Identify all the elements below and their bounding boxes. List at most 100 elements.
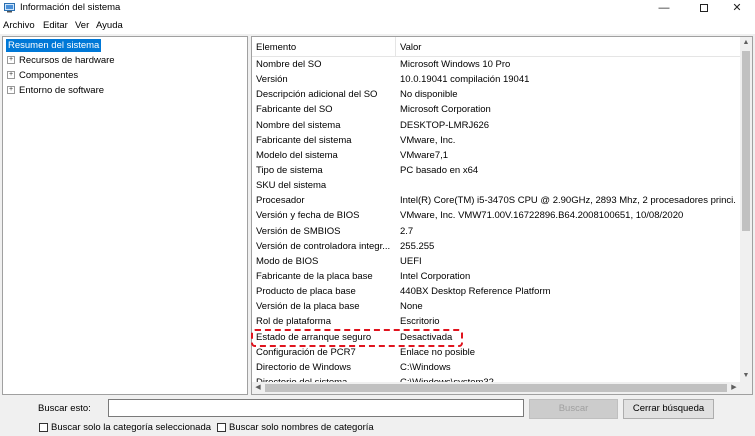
tree-item-label: Componentes — [19, 70, 79, 81]
table-row[interactable]: Tipo de sistema PC basado en x64 — [252, 163, 740, 178]
menu-ver[interactable]: Ver — [75, 20, 89, 31]
scroll-corner — [740, 382, 752, 394]
table-row[interactable]: Directorio de Windows C:\Windows — [252, 360, 740, 375]
tree-item-label: Entorno de software — [19, 85, 105, 96]
table-row[interactable]: Versión de la placa base None — [252, 299, 740, 314]
window-title: Información del sistema — [20, 2, 121, 13]
cell-value: Enlace no posible — [400, 346, 475, 358]
cell-element: SKU del sistema — [256, 180, 327, 192]
cell-value: 255.255 — [400, 240, 435, 252]
maximize-button[interactable] — [684, 0, 724, 17]
system-info-icon — [4, 3, 15, 13]
scroll-left-icon[interactable]: ◀ — [252, 382, 264, 394]
cell-element: Estado de arranque seguro — [256, 331, 372, 343]
cell-element: Versión de la placa base — [256, 301, 360, 313]
table-row[interactable]: Fabricante del sistema VMware, Inc. — [252, 133, 740, 148]
cell-element: Modo de BIOS — [256, 255, 319, 267]
category-names-checkbox[interactable] — [217, 423, 226, 432]
table-row[interactable]: Modo de BIOS UEFI — [252, 254, 740, 269]
cell-value: Microsoft Windows 10 Pro — [400, 59, 511, 70]
table-row[interactable]: Estado de arranque seguro Desactivada — [252, 330, 740, 345]
expand-icon[interactable]: + — [7, 56, 15, 65]
menu-ayuda[interactable]: Ayuda — [96, 20, 123, 31]
table-row[interactable]: Nombre del SO Microsoft Windows 10 Pro — [252, 57, 740, 72]
category-tree[interactable]: Resumen del sistema + Recursos de hardwar… — [2, 36, 248, 395]
cell-value: 2.7 — [400, 225, 414, 237]
cell-value: UEFI — [400, 255, 422, 267]
close-search-button[interactable]: Cerrar búsqueda — [623, 399, 714, 419]
table-row[interactable]: Fabricante de la placa base Intel Corpora… — [252, 269, 740, 284]
table-row[interactable]: Versión de SMBIOS 2.7 — [252, 224, 740, 239]
category-names-label: Buscar solo nombres de categoría — [229, 422, 374, 433]
scroll-down-icon[interactable]: ▼ — [740, 370, 752, 382]
table-row[interactable]: Nombre del sistema DESKTOP-LMRJ626 — [252, 118, 740, 133]
cell-element: Versión de SMBIOS — [256, 225, 341, 237]
cell-element: Versión de controladora integr... — [256, 240, 391, 252]
tree-item-hardware-resources[interactable]: + Recursos de hardware — [7, 54, 115, 67]
table-row[interactable]: Fabricante del SO Microsoft Corporation — [252, 102, 740, 117]
cell-element: Tipo de sistema — [256, 164, 323, 176]
maximize-icon — [700, 4, 708, 13]
column-divider[interactable] — [395, 37, 396, 57]
minimize-button[interactable]: — — [644, 0, 684, 17]
scroll-right-icon[interactable]: ▶ — [728, 382, 740, 394]
tree-item-components[interactable]: + Componentes — [7, 69, 78, 82]
table-row[interactable]: Producto de placa base 440BX Desktop Refe… — [252, 284, 740, 299]
column-header-value[interactable]: Valor — [400, 42, 421, 53]
cell-value: 440BX Desktop Reference Platform — [400, 286, 551, 298]
scroll-thumb[interactable] — [265, 384, 727, 392]
cell-element: Procesador — [256, 195, 305, 207]
table-row[interactable]: Versión de controladora integr... 255.255 — [252, 239, 740, 254]
tree-item-system-summary[interactable]: Resumen del sistema — [6, 39, 102, 52]
cell-element: Directorio de Windows — [256, 361, 352, 373]
cell-value: Escritorio — [400, 316, 440, 328]
menu-archivo[interactable]: Archivo — [3, 20, 35, 31]
cell-element: Versión — [256, 74, 288, 86]
cell-element: Fabricante del SO — [256, 104, 333, 116]
cell-element: Fabricante de la placa base — [256, 270, 373, 282]
horizontal-scrollbar[interactable]: ◀ ▶ — [252, 382, 740, 394]
scroll-up-icon[interactable]: ▲ — [740, 37, 752, 49]
cell-value: Desactivada — [400, 331, 453, 343]
search-button[interactable]: Buscar — [529, 399, 618, 419]
cell-element: Nombre del SO — [256, 59, 322, 70]
cell-value: 10.0.19041 compilación 19041 — [400, 74, 530, 86]
cell-element: Configuración de PCR7 — [256, 346, 356, 358]
scroll-thumb[interactable] — [742, 51, 750, 231]
table-row[interactable]: Directorio del sistemaC:\Windows\system3… — [252, 375, 740, 382]
menu-bar: Archivo Editar Ver Ayuda — [0, 17, 755, 34]
menu-editar[interactable]: Editar — [43, 20, 68, 31]
cell-element: Descripción adicional del SO — [256, 89, 378, 101]
title-bar: Información del sistema — ✕ — [0, 0, 755, 17]
selected-category-checkbox[interactable] — [39, 423, 48, 432]
search-label: Buscar esto: — [38, 403, 91, 414]
table-row[interactable]: Versión y fecha de BIOS VMware, Inc. VMW7… — [252, 208, 740, 223]
cell-value: VMware, Inc. VMW71.00V.16722896.B64.2008… — [400, 210, 684, 222]
column-header-element[interactable]: Elemento — [256, 42, 296, 53]
cell-value: Intel Corporation — [400, 270, 471, 282]
table-row[interactable]: Modelo del sistema VMware7,1 — [252, 148, 740, 163]
cell-element: Nombre del sistema — [256, 119, 341, 131]
list-header: Elemento Valor — [252, 37, 740, 57]
cell-value: Microsoft Corporation — [400, 104, 491, 116]
search-input[interactable] — [108, 399, 524, 417]
table-row[interactable]: Configuración de PCR7 Enlace no posible — [252, 345, 740, 360]
cell-element: Producto de placa base — [256, 286, 356, 298]
tree-item-label: Recursos de hardware — [19, 55, 115, 66]
list-rows: Nombre del SO Microsoft Windows 10 Pro Ver… — [252, 57, 740, 382]
expand-icon[interactable]: + — [7, 71, 15, 80]
selected-category-label: Buscar solo la categoría seleccionada — [51, 422, 212, 433]
table-row[interactable]: SKU del sistema — [252, 178, 740, 193]
cell-value: PC basado en x64 — [400, 164, 479, 176]
system-info-window: Información del sistema — ✕ Archivo Edit… — [0, 0, 755, 436]
table-row[interactable]: Rol de plataforma Escritorio — [252, 314, 740, 329]
close-button[interactable]: ✕ — [719, 0, 755, 17]
table-row[interactable]: Descripción adicional del SO No disponibl… — [252, 87, 740, 102]
cell-element: Fabricante del sistema — [256, 134, 352, 146]
details-list: Elemento Valor Nombre del SO Microsoft Wi… — [251, 36, 753, 395]
tree-item-software-environment[interactable]: + Entorno de software — [7, 84, 104, 97]
table-row[interactable]: Procesador Intel(R) Core(TM) i5-3470S CPU… — [252, 193, 740, 208]
expand-icon[interactable]: + — [7, 86, 15, 95]
table-row[interactable]: Versión 10.0.19041 compilación 19041 — [252, 72, 740, 87]
vertical-scrollbar[interactable]: ▲ ▼ — [740, 37, 752, 382]
